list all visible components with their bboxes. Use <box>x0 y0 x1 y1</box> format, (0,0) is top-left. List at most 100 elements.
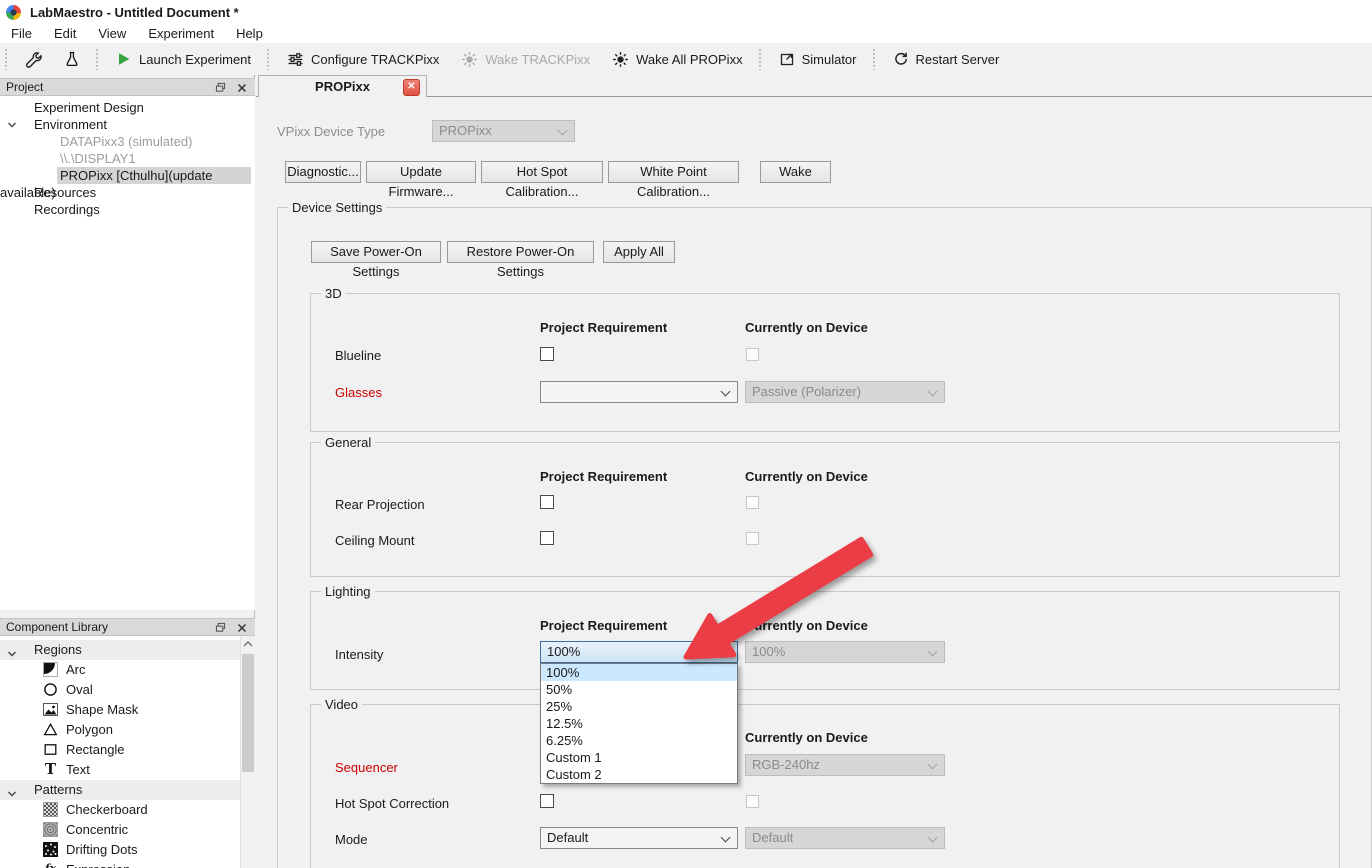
col-currently-on-device: Currently on Device <box>745 320 868 335</box>
configure-trackpixx-button[interactable]: Configure TRACKPixx <box>276 44 450 74</box>
tree-item-datapixx3[interactable]: DATAPixx3 (simulated) <box>0 133 255 150</box>
ceiling-mount-project-checkbox[interactable] <box>540 531 554 545</box>
component-item-drifting-dots[interactable]: Drifting Dots <box>0 840 240 860</box>
float-panel-button[interactable] <box>214 621 227 634</box>
intensity-option[interactable]: Custom 2 <box>541 766 737 783</box>
arc-icon <box>43 662 58 677</box>
wrench-icon <box>25 51 42 68</box>
component-item-arc[interactable]: Arc <box>0 660 240 680</box>
white-point-calibration-button[interactable]: White Point Calibration... <box>608 161 739 183</box>
blueline-project-checkbox[interactable] <box>540 347 554 361</box>
tree-item-display1[interactable]: \\.\DISPLAY1 <box>0 150 255 167</box>
group-3d: 3D <box>310 293 1340 432</box>
launch-experiment-button[interactable]: Launch Experiment <box>105 44 262 74</box>
diagnostic-button[interactable]: Diagnostic... <box>285 161 361 183</box>
component-library-scrollbar[interactable] <box>240 636 255 868</box>
intensity-option[interactable]: 12.5% <box>541 715 737 732</box>
intensity-option[interactable]: 100% <box>541 664 737 681</box>
wake-all-propixx-button[interactable]: Wake All PROPixx <box>601 44 753 74</box>
tab-propixx[interactable]: PROPixx ✕ <box>258 75 427 97</box>
apply-all-button[interactable]: Apply All <box>603 241 675 263</box>
toolbar-grip[interactable] <box>4 48 9 70</box>
component-library-titlebar: Component Library <box>0 618 255 636</box>
expression-icon: fx <box>43 862 58 868</box>
settings-wrench-button[interactable] <box>14 44 53 74</box>
chevron-down-icon[interactable] <box>7 649 17 659</box>
restart-server-button[interactable]: Restart Server <box>882 44 1011 74</box>
glasses-project-select[interactable] <box>540 381 738 403</box>
component-item-concentric[interactable]: Concentric <box>0 820 240 840</box>
tree-group-patterns[interactable]: Patterns <box>0 780 240 800</box>
toolbar-grip[interactable] <box>266 48 271 70</box>
component-item-checkerboard[interactable]: Checkerboard <box>0 800 240 820</box>
tree-item-recordings[interactable]: Recordings <box>0 201 255 218</box>
tab-close-button[interactable]: ✕ <box>403 79 420 96</box>
tree-item-environment[interactable]: Environment <box>0 116 255 133</box>
glasses-device-select: Passive (Polarizer) <box>745 381 945 403</box>
component-item-polygon[interactable]: Polygon <box>0 720 240 740</box>
tree-item-propixx-selected[interactable]: PROPixx [Cthulhu](update available) <box>0 167 255 184</box>
scroll-up-icon[interactable] <box>243 640 253 648</box>
menu-experiment[interactable]: Experiment <box>137 24 225 43</box>
col-project-requirement: Project Requirement <box>540 618 667 633</box>
blueline-device-checkbox <box>746 348 759 361</box>
sliders-icon <box>287 51 304 68</box>
component-item-text[interactable]: T Text <box>0 760 240 780</box>
float-panel-button[interactable] <box>214 81 227 94</box>
device-settings-title: Device Settings <box>288 200 386 215</box>
app-icon <box>6 5 21 20</box>
simulator-button[interactable]: Simulator <box>768 44 868 74</box>
close-panel-button[interactable] <box>235 81 248 94</box>
scrollbar-thumb[interactable] <box>242 654 254 772</box>
project-panel-titlebar: Project <box>0 78 255 96</box>
col-currently-on-device: Currently on Device <box>745 730 868 745</box>
menu-file[interactable]: File <box>0 24 43 43</box>
intensity-device-select: 100% <box>745 641 945 663</box>
menu-view[interactable]: View <box>87 24 137 43</box>
tree-item-resources[interactable]: Resources <box>0 184 255 201</box>
flask-button[interactable] <box>53 44 91 74</box>
drifting-dots-icon <box>43 842 58 857</box>
save-power-on-settings-button[interactable]: Save Power-On Settings <box>311 241 441 263</box>
hot-spot-correction-project-checkbox[interactable] <box>540 794 554 808</box>
intensity-option[interactable]: 6.25% <box>541 732 737 749</box>
intensity-project-select[interactable]: 100% <box>540 641 738 663</box>
col-project-requirement: Project Requirement <box>540 469 667 484</box>
window-title: LabMaestro - Untitled Document * <box>30 5 239 20</box>
intensity-option[interactable]: Custom 1 <box>541 749 737 766</box>
oval-icon <box>43 682 58 697</box>
chevron-down-icon <box>928 760 938 770</box>
update-firmware-button[interactable]: Update Firmware... <box>366 161 476 183</box>
close-panel-button[interactable] <box>235 621 248 634</box>
intensity-option[interactable]: 25% <box>541 698 737 715</box>
chevron-down-icon <box>721 387 731 397</box>
checkerboard-icon <box>43 802 58 817</box>
menu-help[interactable]: Help <box>225 24 274 43</box>
chevron-down-icon <box>721 647 731 657</box>
toolbar-grip[interactable] <box>95 48 100 70</box>
rear-projection-project-checkbox[interactable] <box>540 495 554 509</box>
component-item-expression[interactable]: fx Expression <box>0 860 240 868</box>
component-item-shape-mask[interactable]: Shape Mask <box>0 700 240 720</box>
group-general-title: General <box>321 435 375 450</box>
tree-item-experiment-design[interactable]: Experiment Design <box>0 99 255 116</box>
toolbar-grip[interactable] <box>872 48 877 70</box>
chevron-down-icon <box>928 647 938 657</box>
component-item-rectangle[interactable]: Rectangle <box>0 740 240 760</box>
component-item-oval[interactable]: Oval <box>0 680 240 700</box>
toolbar-grip[interactable] <box>758 48 763 70</box>
tree-group-regions[interactable]: Regions <box>0 640 240 660</box>
device-type-select: PROPixx <box>432 120 575 142</box>
restore-power-on-settings-button[interactable]: Restore Power-On Settings <box>447 241 594 263</box>
chevron-down-icon[interactable] <box>7 120 17 130</box>
menu-edit[interactable]: Edit <box>43 24 87 43</box>
intensity-option[interactable]: 50% <box>541 681 737 698</box>
chevron-down-icon <box>928 833 938 843</box>
chevron-down-icon[interactable] <box>7 789 17 799</box>
mode-project-select[interactable]: Default <box>540 827 738 849</box>
rear-projection-device-checkbox <box>746 496 759 509</box>
wake-button[interactable]: Wake <box>760 161 831 183</box>
title-bar: LabMaestro - Untitled Document * <box>0 0 1372 24</box>
hot-spot-calibration-button[interactable]: Hot Spot Calibration... <box>481 161 603 183</box>
group-video-title: Video <box>321 697 362 712</box>
